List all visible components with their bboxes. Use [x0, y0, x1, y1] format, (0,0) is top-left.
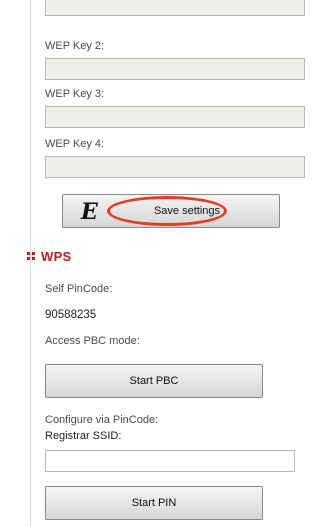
annotation-letter: E — [81, 199, 98, 225]
access-pbc-label: Access PBC mode: — [45, 335, 140, 347]
start-pin-label: Start PIN — [131, 497, 177, 509]
wep-key-4-label: WEP Key 4: — [45, 138, 105, 150]
section-bullet-icon — [27, 252, 35, 260]
save-settings-label: Save settings — [153, 205, 221, 217]
registrar-ssid-input[interactable] — [45, 450, 295, 472]
wps-section-title: WPS — [41, 249, 72, 264]
start-pin-button[interactable]: Start PIN — [45, 486, 263, 520]
wep-key-1-field[interactable] — [45, 0, 305, 16]
self-pincode-label: Self PinCode: — [45, 283, 113, 295]
configure-pincode-label: Configure via PinCode: — [45, 414, 159, 426]
registrar-ssid-label: Registrar SSID: — [45, 430, 122, 442]
panel-left-border — [30, 0, 31, 527]
start-pbc-label: Start PBC — [129, 375, 179, 387]
self-pincode-value: 90588235 — [45, 309, 97, 321]
wep-key-4-field[interactable] — [45, 156, 305, 178]
wep-key-2-field[interactable] — [45, 58, 305, 80]
start-pbc-button[interactable]: Start PBC — [45, 364, 263, 398]
settings-page: WEP Key 2: WEP Key 3: WEP Key 4: Save se… — [0, 0, 325, 527]
wep-key-3-field[interactable] — [45, 106, 305, 128]
wep-key-3-label: WEP Key 3: — [45, 88, 105, 100]
wep-key-2-label: WEP Key 2: — [45, 40, 105, 52]
